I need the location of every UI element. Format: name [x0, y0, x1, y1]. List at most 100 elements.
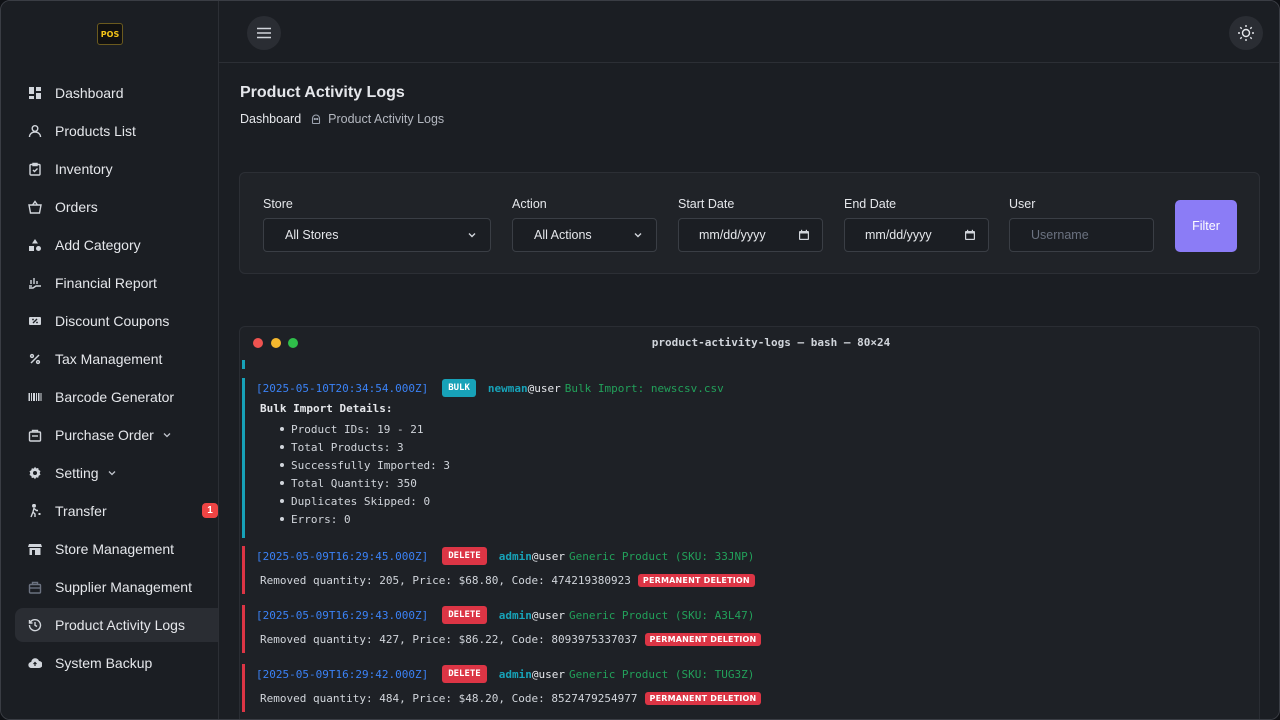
menu-toggle-button[interactable] — [247, 16, 281, 50]
start-date-input[interactable]: mm/dd/yyyy — [678, 218, 823, 252]
sidebar-item-label: Tax Management — [55, 351, 163, 367]
sidebar-item-label: Products List — [55, 123, 136, 139]
calendar-icon[interactable] — [798, 229, 810, 241]
log-user: newman — [487, 381, 528, 395]
list-item: Duplicates Skipped: 0 — [280, 492, 724, 510]
action-select[interactable]: All Actions — [512, 218, 657, 252]
log-message: Generic Product (SKU: 33JNP) — [568, 549, 755, 563]
log-message: Generic Product (SKU: A3L47) — [568, 608, 755, 622]
log-message: Generic Product (SKU: TUG3Z) — [568, 667, 755, 681]
chart-hand-icon — [28, 276, 42, 290]
sidebar-item-add-category[interactable]: Add Category — [15, 228, 218, 262]
log-entry-header: [2025-05-10T20:34:54.000Z] BULK newman @u… — [256, 378, 724, 398]
hamburger-icon — [257, 27, 271, 39]
start-date-label: Start Date — [678, 197, 735, 211]
log-message: Bulk Import: newscsv.csv — [564, 381, 724, 395]
filter-button[interactable]: Filter — [1175, 200, 1237, 252]
barcode-icon — [28, 390, 42, 404]
sidebar-item-inventory[interactable]: Inventory — [15, 152, 218, 186]
top-bar — [219, 1, 1279, 63]
percent-icon — [28, 352, 42, 366]
sidebar-item-dashboard[interactable]: Dashboard — [15, 76, 218, 110]
sidebar-item-label: Supplier Management — [55, 579, 192, 595]
log-detail: Removed quantity: 484, Price: $48.20, Co… — [260, 688, 762, 708]
bulk-tag: BULK — [442, 379, 476, 397]
calendar-icon[interactable] — [964, 229, 976, 241]
log-timestamp: [2025-05-10T20:34:54.000Z] — [256, 381, 429, 395]
permanent-deletion-badge: PERMANENT DELETION — [644, 632, 762, 646]
chevron-down-icon — [634, 233, 642, 238]
clipboard-icon — [28, 162, 42, 176]
sidebar-item-discount-coupons[interactable]: Discount Coupons — [15, 304, 218, 338]
list-item: Errors: 0 — [280, 510, 724, 528]
app-logo[interactable]: POS — [97, 23, 123, 45]
breadcrumb-current: Product Activity Logs — [328, 112, 445, 126]
filter-panel: Store All Stores Action All Actions Star… — [239, 172, 1260, 274]
permanent-deletion-badge: PERMANENT DELETION — [644, 691, 762, 705]
history-icon — [28, 618, 42, 632]
sidebar-item-label: Inventory — [55, 161, 113, 177]
username-input[interactable]: Username — [1009, 218, 1154, 252]
delete-tag: DELETE — [442, 547, 487, 565]
bag-icon — [28, 580, 42, 594]
sidebar-item-tax-management[interactable]: Tax Management — [15, 342, 218, 376]
sidebar-item-label: Add Category — [55, 237, 141, 253]
log-entry-bulk: [2025-05-10T20:34:54.000Z] BULK newman @u… — [242, 378, 724, 538]
sidebar-item-label: Purchase Order — [55, 427, 154, 443]
log-user: admin — [498, 667, 532, 681]
sidebar-item-products-list[interactable]: Products List — [15, 114, 218, 148]
store-select[interactable]: All Stores — [263, 218, 491, 252]
log-entry-header: [2025-05-09T16:29:42.000Z] DELETE admin @… — [256, 664, 761, 684]
sidebar-item-label: Discount Coupons — [55, 313, 170, 329]
log-entry-header: [2025-05-09T16:29:45.000Z] DELETE admin @… — [256, 546, 755, 566]
shapes-icon — [28, 238, 42, 252]
list-item: Total Quantity: 350 — [280, 474, 724, 492]
log-user-suffix: @user — [527, 381, 561, 395]
permanent-deletion-badge: PERMANENT DELETION — [637, 573, 755, 587]
log-user-suffix: @user — [531, 549, 565, 563]
log-detail-text: Removed quantity: 484, Price: $48.20, Co… — [260, 691, 638, 705]
sidebar-item-system-backup[interactable]: System Backup — [15, 646, 218, 680]
sidebar-item-financial-report[interactable]: Financial Report — [15, 266, 218, 300]
walk-icon — [28, 504, 42, 518]
start-date-value: mm/dd/yyyy — [699, 228, 766, 242]
bulk-details-title: Bulk Import Details: — [260, 402, 393, 415]
delete-tag: DELETE — [442, 606, 487, 624]
sidebar-item-setting[interactable]: Setting — [15, 456, 218, 490]
action-filter-label: Action — [512, 197, 547, 211]
chevron-down-icon — [107, 468, 117, 478]
store-icon — [28, 542, 42, 556]
basket-icon — [28, 200, 42, 214]
sidebar-item-product-activity-logs[interactable]: Product Activity Logs — [15, 608, 218, 642]
terminal-title: product-activity-logs — bash — 80×24 — [651, 336, 891, 349]
log-user-suffix: @user — [531, 608, 565, 622]
log-detail: Removed quantity: 427, Price: $86.22, Co… — [260, 629, 762, 649]
log-user-suffix: @user — [531, 667, 565, 681]
log-timestamp: [2025-05-09T16:29:43.000Z] — [256, 608, 429, 622]
gear-icon — [28, 466, 42, 480]
sidebar-item-orders[interactable]: Orders — [15, 190, 218, 224]
theme-toggle-button[interactable] — [1229, 16, 1263, 50]
log-user: admin — [498, 608, 532, 622]
sidebar-item-store-management[interactable]: Store Management — [15, 532, 218, 566]
coupon-icon — [28, 314, 42, 328]
end-date-input[interactable]: mm/dd/yyyy — [844, 218, 989, 252]
sidebar-item-supplier-management[interactable]: Supplier Management — [15, 570, 218, 604]
sidebar-item-label: System Backup — [55, 655, 153, 671]
username-placeholder: Username — [1031, 228, 1089, 242]
sidebar-nav: Dashboard Products List Inventory Orders… — [15, 76, 218, 684]
log-detail: Removed quantity: 205, Price: $68.80, Co… — [260, 570, 755, 590]
breadcrumb-home-link[interactable]: Dashboard — [240, 112, 301, 126]
sidebar-item-label: Transfer — [55, 503, 107, 519]
log-entry-delete: [2025-05-09T16:29:43.000Z] DELETE admin @… — [242, 605, 762, 653]
user-filter-label: User — [1009, 197, 1036, 211]
store-filter-label: Store — [263, 197, 293, 211]
terminal-cursor — [242, 360, 245, 369]
sidebar-item-transfer[interactable]: Transfer 1 — [15, 494, 218, 528]
sidebar-item-barcode-generator[interactable]: Barcode Generator — [15, 380, 218, 414]
log-timestamp: [2025-05-09T16:29:42.000Z] — [256, 667, 429, 681]
sidebar-item-label: Setting — [55, 465, 99, 481]
action-select-value: All Actions — [534, 228, 592, 242]
log-entry-delete: [2025-05-09T16:29:45.000Z] DELETE admin @… — [242, 546, 755, 594]
sidebar-item-purchase-order[interactable]: Purchase Order — [15, 418, 218, 452]
